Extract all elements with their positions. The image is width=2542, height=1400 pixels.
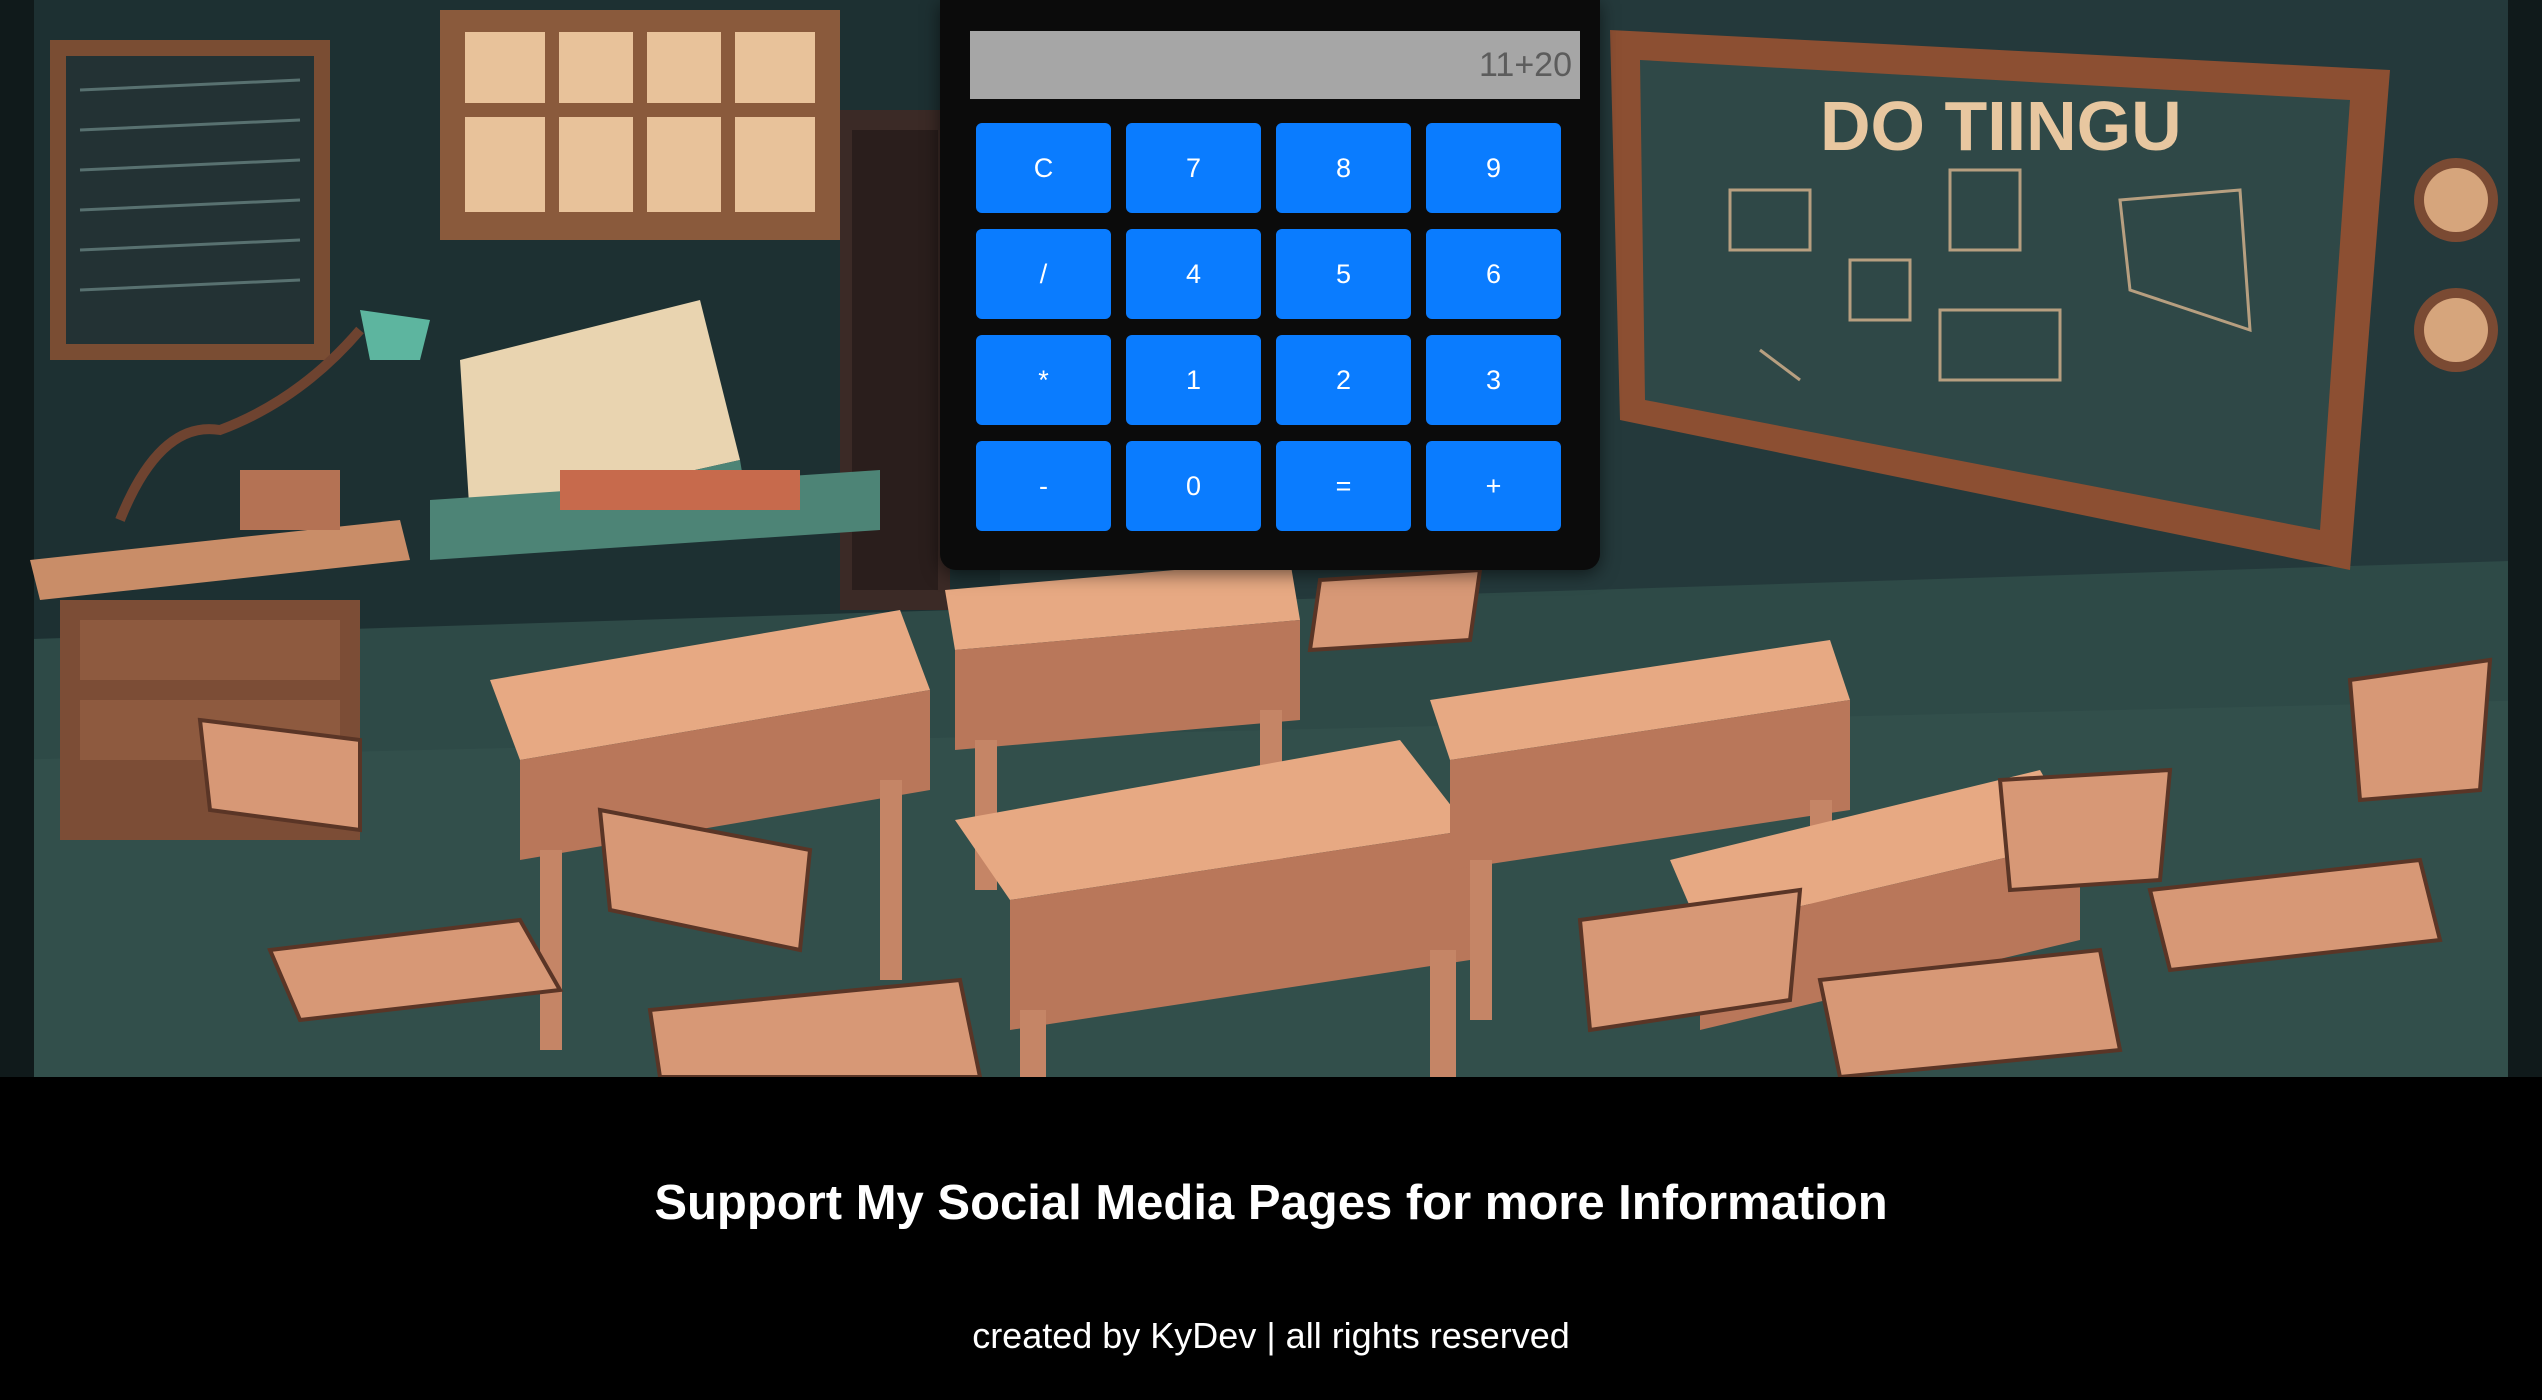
chalkboard-text: DO TIINGU — [1820, 87, 2182, 165]
footer: Support My Social Media Pages for more I… — [0, 1077, 2542, 1400]
key-8-button[interactable]: 8 — [1276, 123, 1411, 213]
calculator: C 7 8 9 / 4 5 6 * 1 2 3 - 0 = + — [940, 0, 1600, 570]
calculator-keypad: C 7 8 9 / 4 5 6 * 1 2 3 - 0 = + — [976, 123, 1561, 531]
key-4-button[interactable]: 4 — [1126, 229, 1261, 319]
key-7-button[interactable]: 7 — [1126, 123, 1261, 213]
key-9-button[interactable]: 9 — [1426, 123, 1561, 213]
footer-credit: created by KyDev | all rights reserved — [972, 1315, 1570, 1356]
calculator-display[interactable] — [970, 31, 1580, 99]
key-0-button[interactable]: 0 — [1126, 441, 1261, 531]
key-5-button[interactable]: 5 — [1276, 229, 1411, 319]
divide-button[interactable]: / — [976, 229, 1111, 319]
key-6-button[interactable]: 6 — [1426, 229, 1561, 319]
multiply-button[interactable]: * — [976, 335, 1111, 425]
page: DO TIINGU 11+20 C 7 8 9 / 4 5 6 * 1 2 3 … — [0, 0, 2542, 1400]
subtract-button[interactable]: - — [976, 441, 1111, 531]
key-1-button[interactable]: 1 — [1126, 335, 1261, 425]
footer-heading: Support My Social Media Pages for more I… — [654, 1176, 1888, 1230]
add-button[interactable]: + — [1426, 441, 1561, 531]
clear-button[interactable]: C — [976, 123, 1111, 213]
key-3-button[interactable]: 3 — [1426, 335, 1561, 425]
key-2-button[interactable]: 2 — [1276, 335, 1411, 425]
equals-button[interactable]: = — [1276, 441, 1411, 531]
